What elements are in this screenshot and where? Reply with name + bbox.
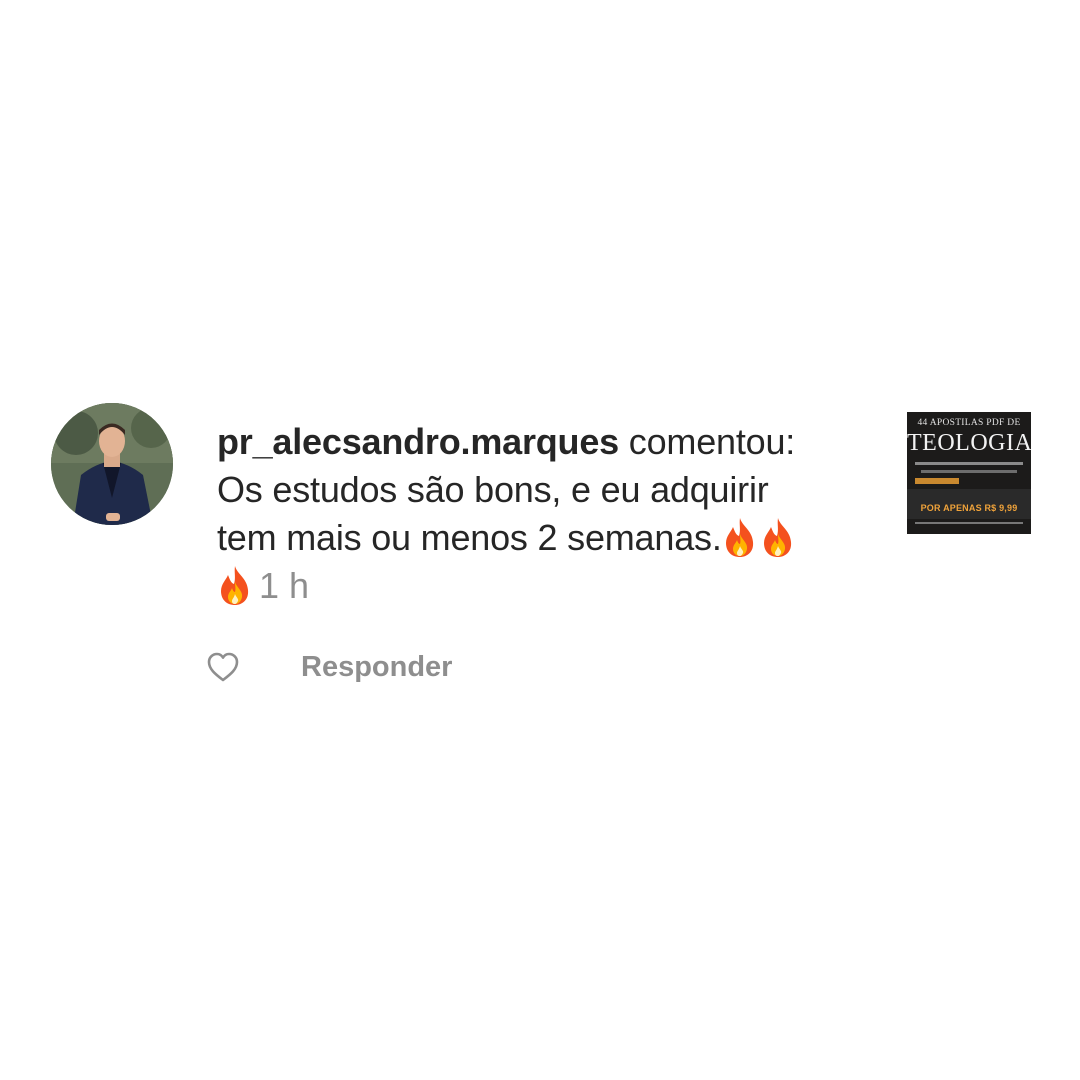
thumbnail-top-text: 44 APOSTILAS PDF DE xyxy=(917,418,1021,428)
comment-action: comentou: xyxy=(628,421,796,462)
thumbnail-tag xyxy=(915,478,959,484)
thumbnail-subtitle-line xyxy=(921,470,1017,473)
comment-meta: 1 h xyxy=(217,562,877,610)
timestamp: 1 h xyxy=(259,565,310,606)
comment-body: pr_alecsandro.marques comentou: Os estud… xyxy=(217,418,877,610)
post-thumbnail[interactable]: 44 APOSTILAS PDF DE TEOLOGIA POR APENAS … xyxy=(907,412,1031,534)
thumbnail-footer-line xyxy=(915,522,1023,524)
fire-emoji-icon xyxy=(217,564,253,606)
fire-emoji-icon xyxy=(722,516,758,558)
thumbnail-subtitle-line xyxy=(915,462,1023,465)
comment-line-1: Os estudos são bons, e eu adquirir xyxy=(217,469,769,510)
username-link[interactable]: pr_alecsandro.marques xyxy=(217,421,619,462)
comment-actions: Responder xyxy=(205,646,452,688)
reply-button[interactable]: Responder xyxy=(301,651,452,684)
fire-emoji-icon xyxy=(760,516,796,558)
avatar-photo xyxy=(51,403,173,525)
comment-line-2: tem mais ou menos 2 semanas. xyxy=(217,517,722,558)
comment-notification[interactable]: pr_alecsandro.marques comentou: Os estud… xyxy=(0,0,1080,1080)
thumbnail-title: TEOLOGIA xyxy=(907,430,1031,456)
like-button[interactable] xyxy=(205,649,241,685)
comment-text: pr_alecsandro.marques comentou: Os estud… xyxy=(217,418,877,562)
avatar[interactable] xyxy=(51,403,173,525)
heart-outline-icon xyxy=(207,652,239,682)
thumbnail-price: POR APENAS R$ 9,99 xyxy=(920,503,1018,513)
